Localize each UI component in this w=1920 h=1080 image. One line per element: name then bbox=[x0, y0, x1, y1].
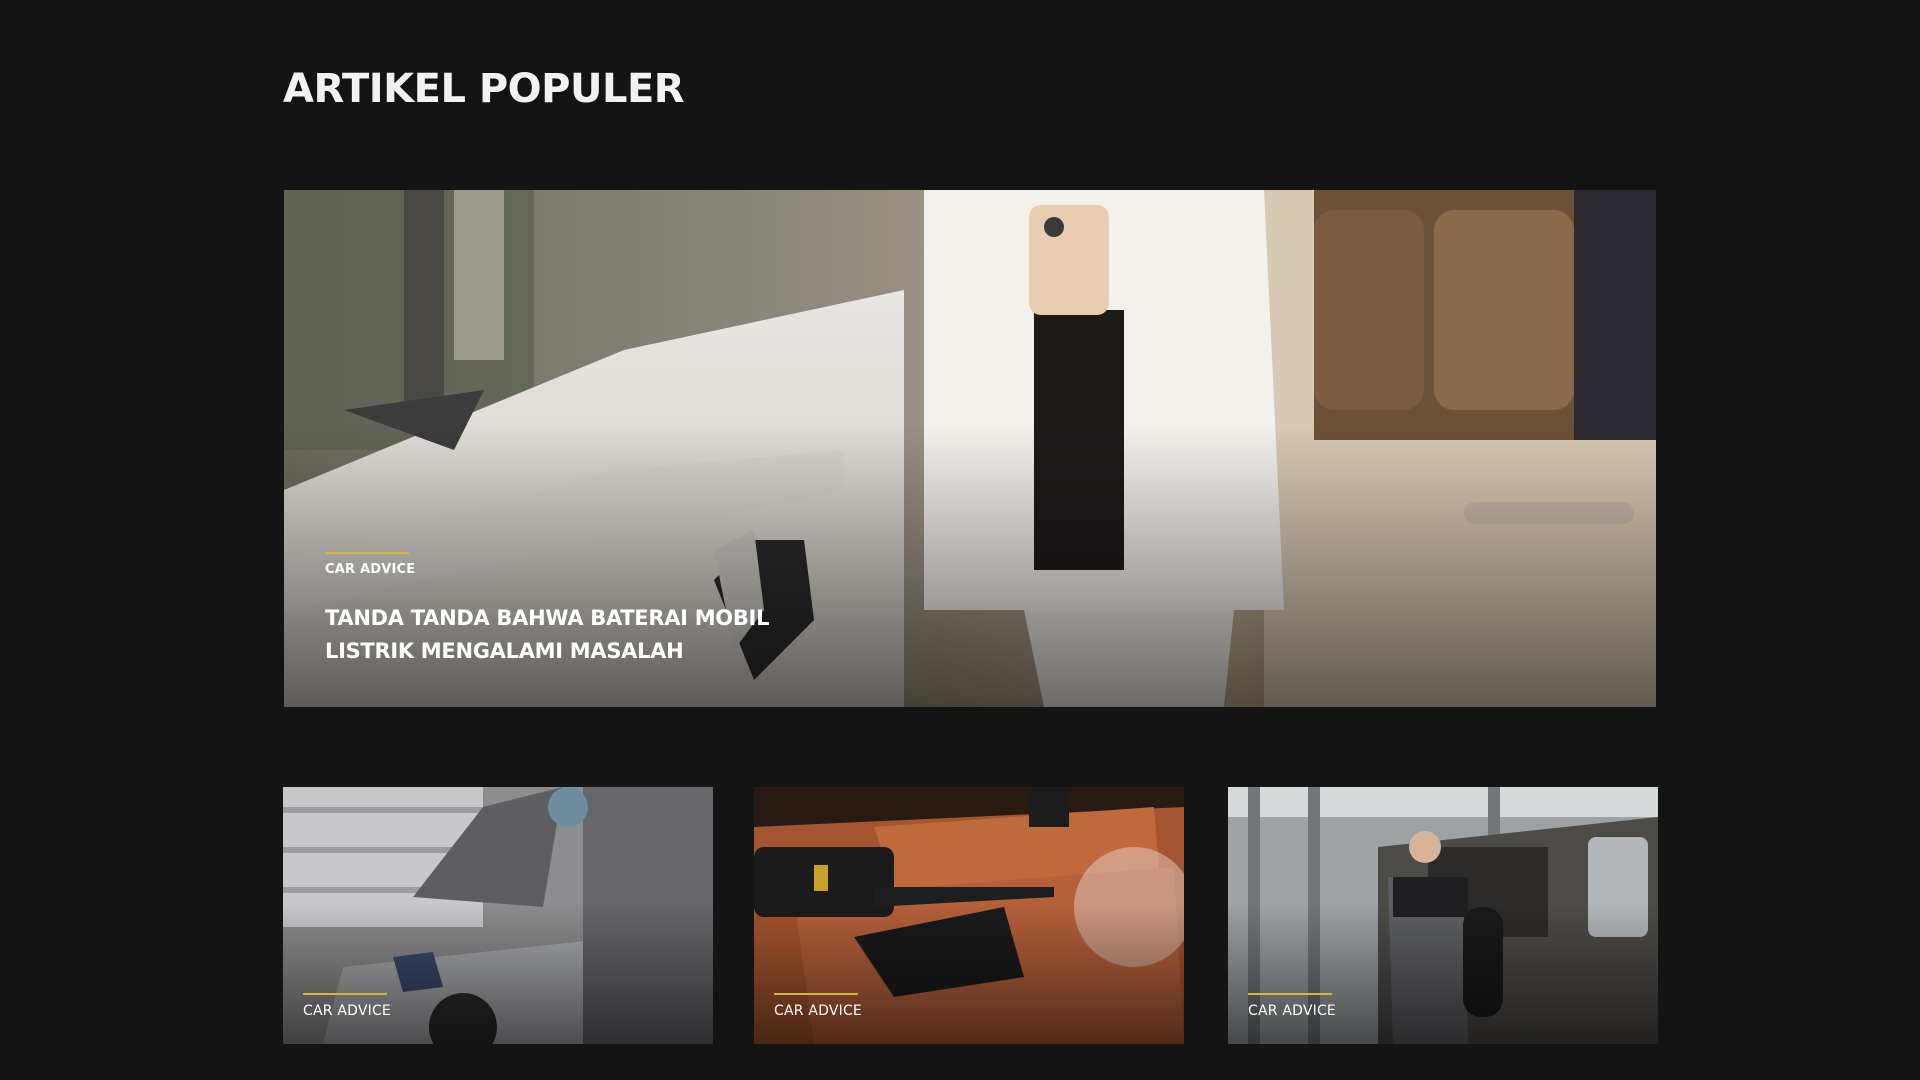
article-meta: CAR ADVICE bbox=[303, 993, 391, 1019]
article-category: CAR ADVICE bbox=[303, 1003, 391, 1019]
article-meta: CAR ADVICE bbox=[1248, 993, 1336, 1019]
accent-line bbox=[325, 552, 409, 554]
featured-category: CAR ADVICE bbox=[325, 562, 416, 577]
article-card[interactable]: CAR ADVICE bbox=[1228, 787, 1658, 1044]
article-card[interactable]: CAR ADVICE bbox=[754, 787, 1184, 1044]
article-gradient-overlay bbox=[283, 902, 713, 1044]
accent-line bbox=[774, 993, 858, 995]
article-category: CAR ADVICE bbox=[1248, 1003, 1336, 1019]
accent-line bbox=[1248, 993, 1332, 995]
article-card[interactable]: CAR ADVICE bbox=[283, 787, 713, 1044]
featured-article-card[interactable]: CAR ADVICE TANDA TANDA BAHWA BATERAI MOB… bbox=[284, 190, 1656, 707]
featured-title[interactable]: TANDA TANDA BAHWA BATERAI MOBIL LISTRIK … bbox=[325, 602, 845, 668]
article-gradient-overlay bbox=[754, 902, 1184, 1044]
article-gradient-overlay bbox=[1228, 902, 1658, 1044]
popular-articles-section: ARTIKEL POPULER CAR ADVICE TANDA TANDA B… bbox=[0, 0, 1920, 1080]
accent-line bbox=[303, 993, 387, 995]
featured-meta: CAR ADVICE bbox=[325, 552, 415, 577]
article-category: CAR ADVICE bbox=[774, 1003, 862, 1019]
article-meta: CAR ADVICE bbox=[774, 993, 862, 1019]
section-title: ARTIKEL POPULER bbox=[283, 66, 685, 112]
